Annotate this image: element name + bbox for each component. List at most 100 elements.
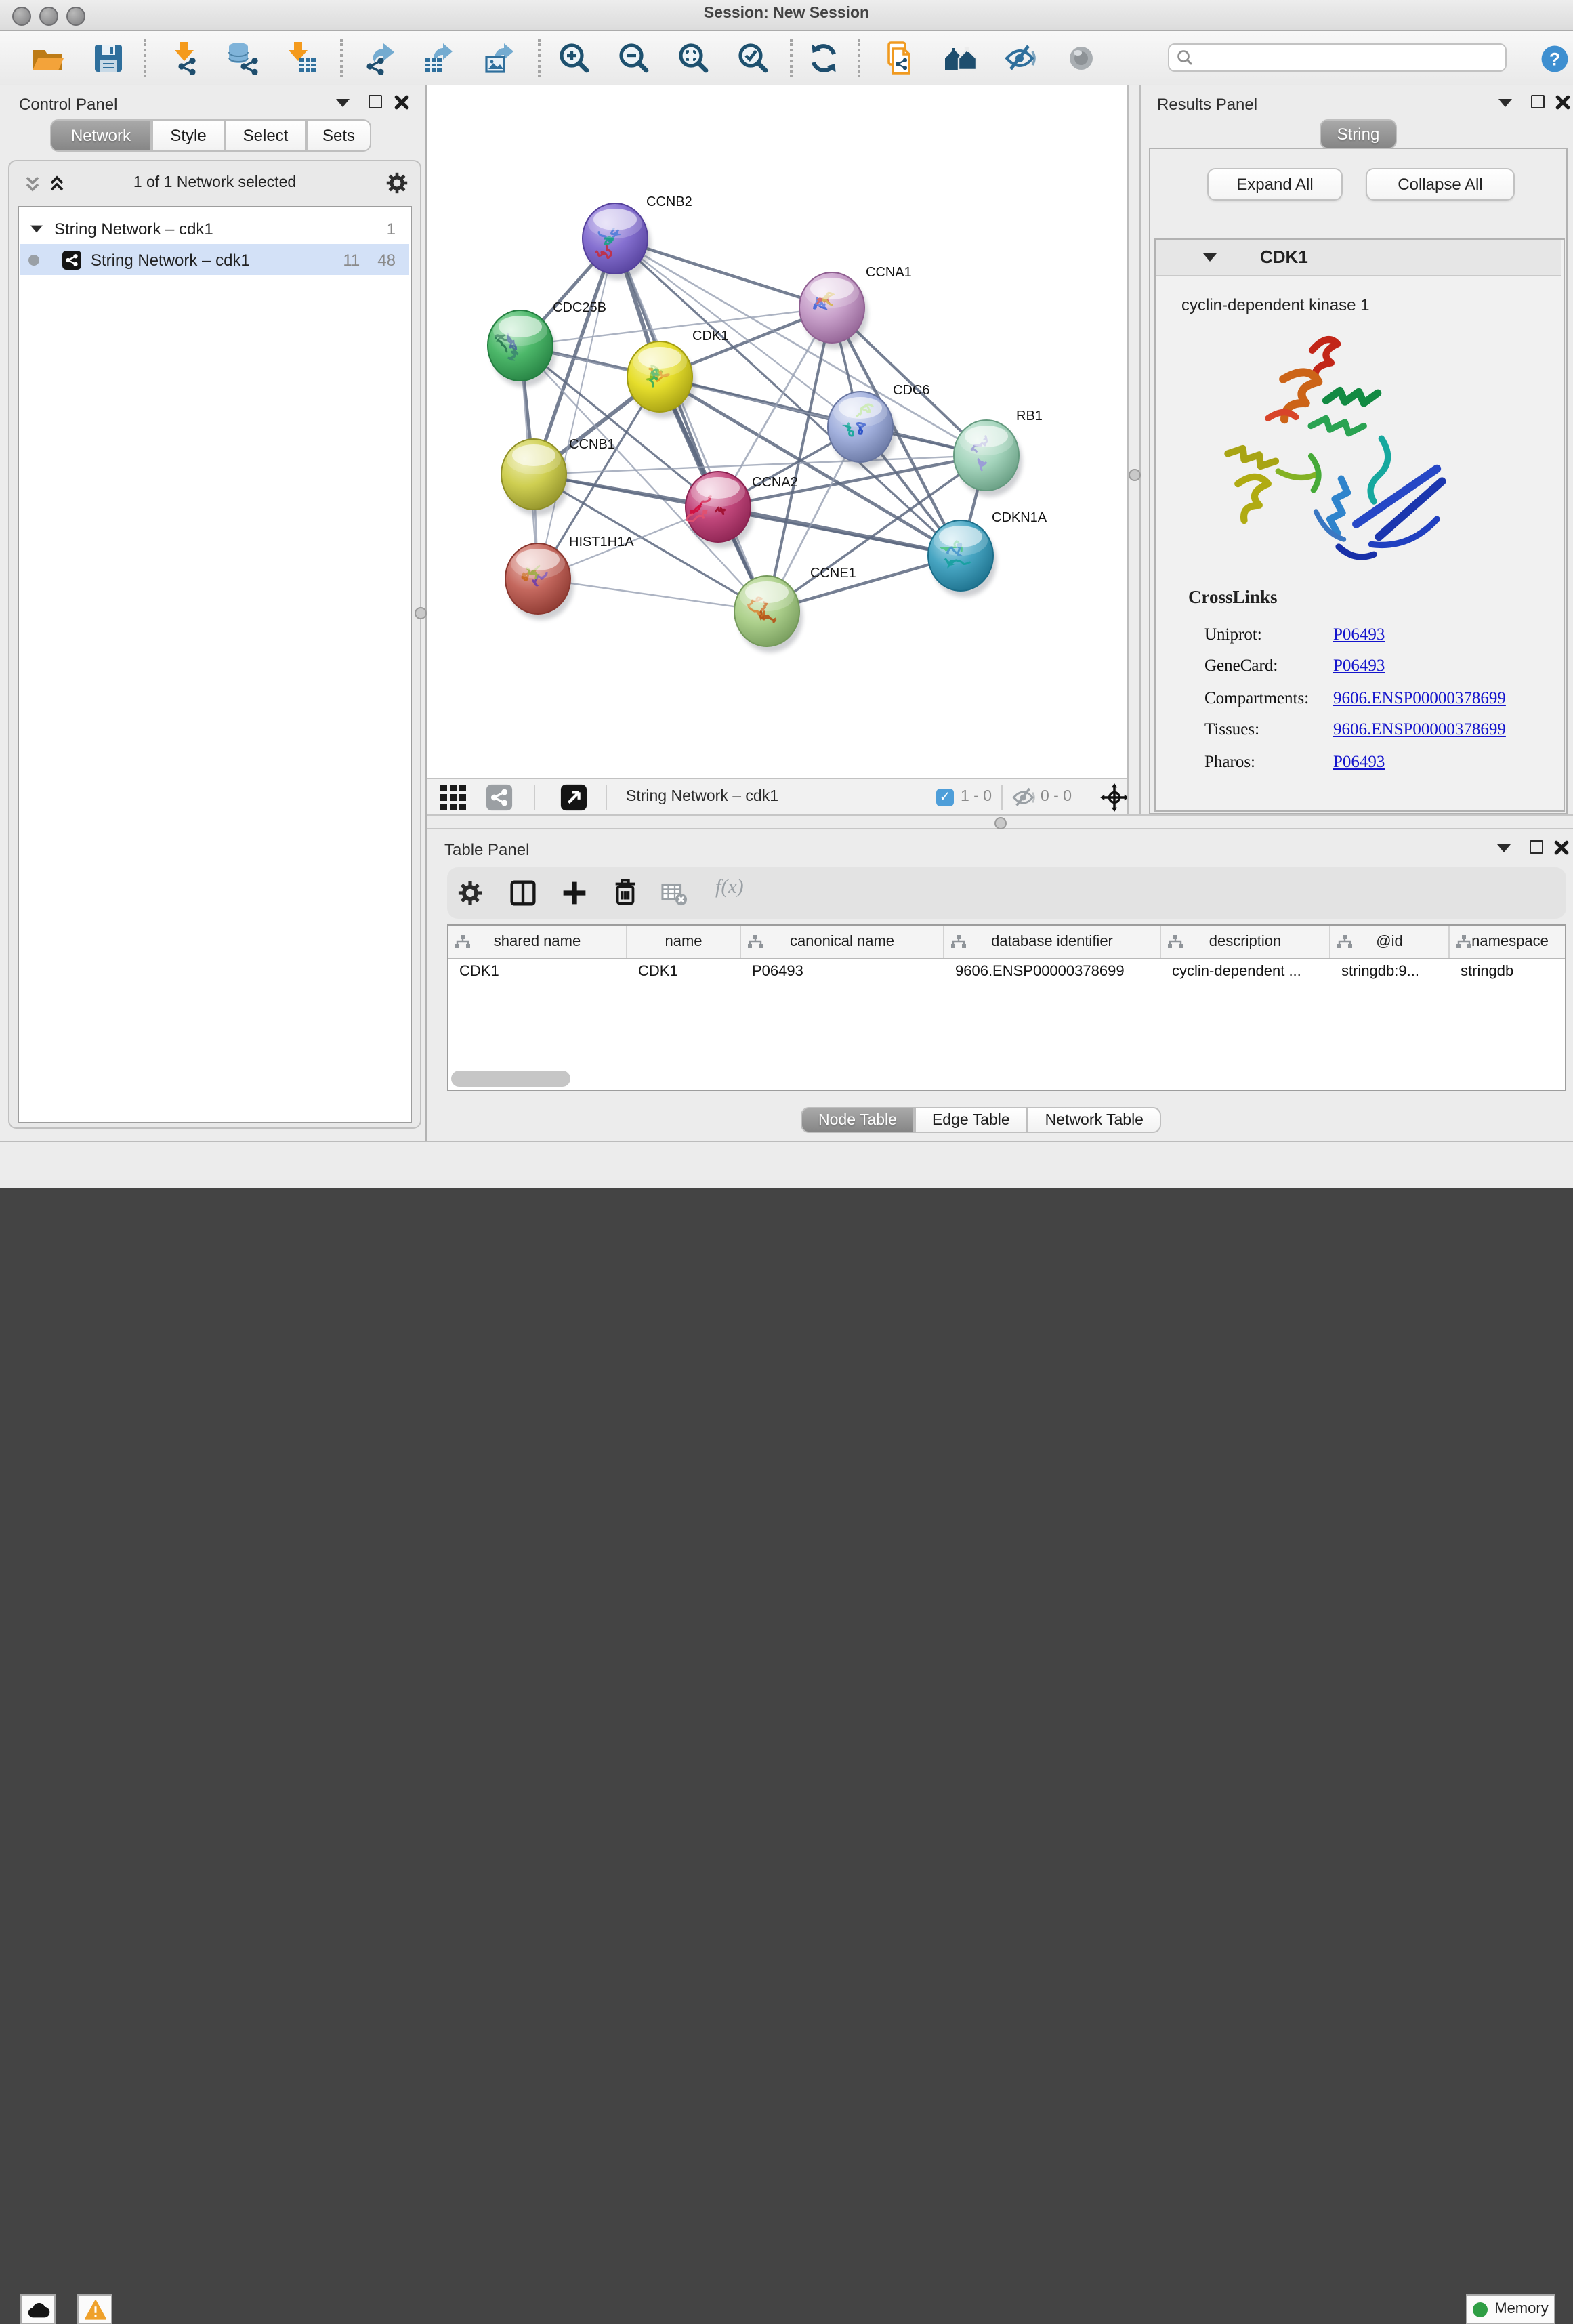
node-table[interactable]: shared namenamecanonical namedatabase id… bbox=[447, 924, 1566, 1091]
table-cell[interactable]: CDK1 bbox=[448, 963, 627, 980]
table-row[interactable]: CDK1CDK1P064939606.ENSP00000378699cyclin… bbox=[448, 959, 1565, 984]
hide-selection-icon[interactable] bbox=[1001, 39, 1039, 77]
edge-CCNB2-CCNE1[interactable] bbox=[615, 238, 767, 611]
node-CDC25B[interactable] bbox=[488, 310, 556, 387]
cloud-status-button[interactable] bbox=[20, 2294, 56, 2324]
selected-checkbox-icon[interactable]: ✓ bbox=[936, 789, 954, 806]
splitter-knob[interactable] bbox=[994, 817, 1007, 829]
gene-section-expander-icon[interactable] bbox=[1203, 253, 1217, 262]
column-header-databaseidentifier[interactable]: database identifier bbox=[944, 926, 1161, 958]
crosslink-link[interactable]: P06493 bbox=[1333, 751, 1385, 772]
help-icon[interactable]: ? bbox=[1535, 39, 1573, 77]
search-input[interactable] bbox=[1194, 48, 1484, 67]
network-view-icon[interactable] bbox=[485, 783, 513, 812]
open-session-icon[interactable] bbox=[28, 39, 66, 77]
node-CCNB2[interactable] bbox=[583, 203, 651, 280]
warning-status-button[interactable] bbox=[77, 2294, 112, 2324]
table-panel-close-icon[interactable] bbox=[1554, 840, 1569, 855]
show-columns-icon[interactable] bbox=[509, 879, 537, 907]
import-network-database-icon[interactable] bbox=[224, 39, 261, 77]
splitter-knob[interactable] bbox=[1129, 469, 1141, 481]
delete-column-icon[interactable] bbox=[611, 878, 639, 907]
column-header-sharedname[interactable]: shared name bbox=[448, 926, 627, 958]
column-header-description[interactable]: description bbox=[1161, 926, 1330, 958]
network-canvas[interactable]: CCNB2CCNA1CDC25BCDK1CDC6RB1CCNB1CCNA2CDK… bbox=[427, 85, 1127, 778]
export-network-icon[interactable] bbox=[362, 39, 400, 77]
table-cell[interactable]: CDK1 bbox=[627, 963, 741, 980]
tab-select[interactable]: Select bbox=[225, 119, 306, 152]
memory-button[interactable]: Memory bbox=[1466, 2294, 1555, 2324]
zoom-selected-icon[interactable] bbox=[734, 39, 772, 77]
table-panel-float-icon[interactable] bbox=[1497, 844, 1511, 852]
node-CCNA1[interactable] bbox=[799, 272, 868, 349]
birds-eye-view-icon[interactable] bbox=[560, 783, 588, 812]
collapse-all-button[interactable]: Collapse All bbox=[1366, 168, 1515, 201]
splitter-knob[interactable] bbox=[415, 607, 427, 619]
results-panel-maximize-icon[interactable] bbox=[1531, 95, 1545, 108]
tab-string[interactable]: String bbox=[1320, 119, 1397, 149]
hidden-items-icon[interactable] bbox=[1011, 785, 1036, 810]
table-panel-maximize-icon[interactable] bbox=[1530, 840, 1543, 854]
node-CCNB1[interactable] bbox=[501, 439, 570, 516]
table-horizontal-scrollbar[interactable] bbox=[451, 1071, 570, 1087]
control-panel-close-icon[interactable] bbox=[394, 95, 409, 110]
expand-all-button[interactable]: Expand All bbox=[1207, 168, 1343, 201]
network-row[interactable]: String Network – cdk1 11 48 bbox=[20, 244, 409, 275]
results-panel-float-icon[interactable] bbox=[1498, 99, 1512, 107]
tab-network-table[interactable]: Network Table bbox=[1028, 1107, 1161, 1133]
export-image-icon[interactable] bbox=[481, 39, 519, 77]
column-header-id[interactable]: @id bbox=[1330, 926, 1450, 958]
import-table-icon[interactable] bbox=[283, 39, 321, 77]
crosslink-link[interactable]: P06493 bbox=[1333, 656, 1385, 676]
results-panel-title: Results Panel bbox=[1157, 95, 1257, 114]
zoom-fit-icon[interactable] bbox=[675, 39, 713, 77]
grid-view-icon[interactable] bbox=[440, 785, 466, 810]
collection-expander-icon[interactable] bbox=[30, 225, 43, 232]
tab-node-table[interactable]: Node Table bbox=[801, 1107, 915, 1133]
network-from-selection-icon[interactable] bbox=[882, 39, 920, 77]
column-header-name[interactable]: name bbox=[627, 926, 741, 958]
network-options-gear-icon[interactable] bbox=[386, 172, 408, 194]
tab-sets[interactable]: Sets bbox=[306, 119, 371, 152]
results-panel-close-icon[interactable] bbox=[1555, 95, 1570, 110]
table-options-gear-icon[interactable] bbox=[458, 881, 482, 905]
search-field[interactable] bbox=[1168, 43, 1507, 72]
node-CDKN1A[interactable] bbox=[928, 520, 997, 597]
zoom-in-icon[interactable] bbox=[555, 39, 593, 77]
node-HIST1H1A[interactable] bbox=[505, 543, 574, 620]
node-CCNA2[interactable] bbox=[686, 472, 754, 548]
tab-network[interactable]: Network bbox=[50, 119, 152, 152]
column-header-namespace[interactable]: namespace bbox=[1450, 926, 1566, 958]
node-RB1[interactable] bbox=[954, 420, 1022, 497]
table-cell[interactable]: stringdb bbox=[1450, 963, 1566, 980]
tab-style[interactable]: Style bbox=[152, 119, 225, 152]
control-panel-float-icon[interactable] bbox=[336, 99, 350, 107]
save-session-icon[interactable] bbox=[89, 39, 127, 77]
tab-edge-table[interactable]: Edge Table bbox=[915, 1107, 1028, 1133]
zoom-out-icon[interactable] bbox=[615, 39, 653, 77]
node-CCNE1[interactable] bbox=[734, 576, 803, 652]
node-CDC6[interactable] bbox=[828, 392, 896, 468]
show-graphics-details-icon[interactable] bbox=[1062, 39, 1100, 77]
control-panel-maximize-icon[interactable] bbox=[369, 95, 382, 108]
fit-selected-crosshair-icon[interactable] bbox=[1100, 783, 1129, 812]
export-table-icon[interactable] bbox=[420, 39, 458, 77]
table-cell[interactable]: cyclin-dependent ... bbox=[1161, 963, 1330, 980]
crosslink-link[interactable]: 9606.ENSP00000378699 bbox=[1333, 688, 1506, 708]
table-cell[interactable]: P06493 bbox=[741, 963, 944, 980]
add-column-icon[interactable] bbox=[561, 879, 588, 907]
column-header-canonicalname[interactable]: canonical name bbox=[741, 926, 944, 958]
refresh-icon[interactable] bbox=[805, 39, 843, 77]
network-collection-row[interactable]: String Network – cdk1 1 bbox=[20, 213, 409, 244]
gene-section-header[interactable]: CDK1 bbox=[1156, 240, 1561, 276]
edge-CCNB2-HIST1H1A[interactable] bbox=[538, 238, 615, 579]
node-CDK1[interactable] bbox=[627, 341, 696, 418]
vertical-splitter[interactable] bbox=[1127, 85, 1141, 814]
crosslink-link[interactable]: 9606.ENSP00000378699 bbox=[1333, 720, 1506, 740]
first-neighbors-icon[interactable] bbox=[942, 39, 980, 77]
table-cell[interactable]: stringdb:9... bbox=[1330, 963, 1450, 980]
import-network-icon[interactable] bbox=[165, 39, 203, 77]
table-cell[interactable]: 9606.ENSP00000378699 bbox=[944, 963, 1161, 980]
crosslink-link[interactable]: P06493 bbox=[1333, 624, 1385, 644]
edge-CCNA2-CDKN1A[interactable] bbox=[718, 507, 961, 556]
